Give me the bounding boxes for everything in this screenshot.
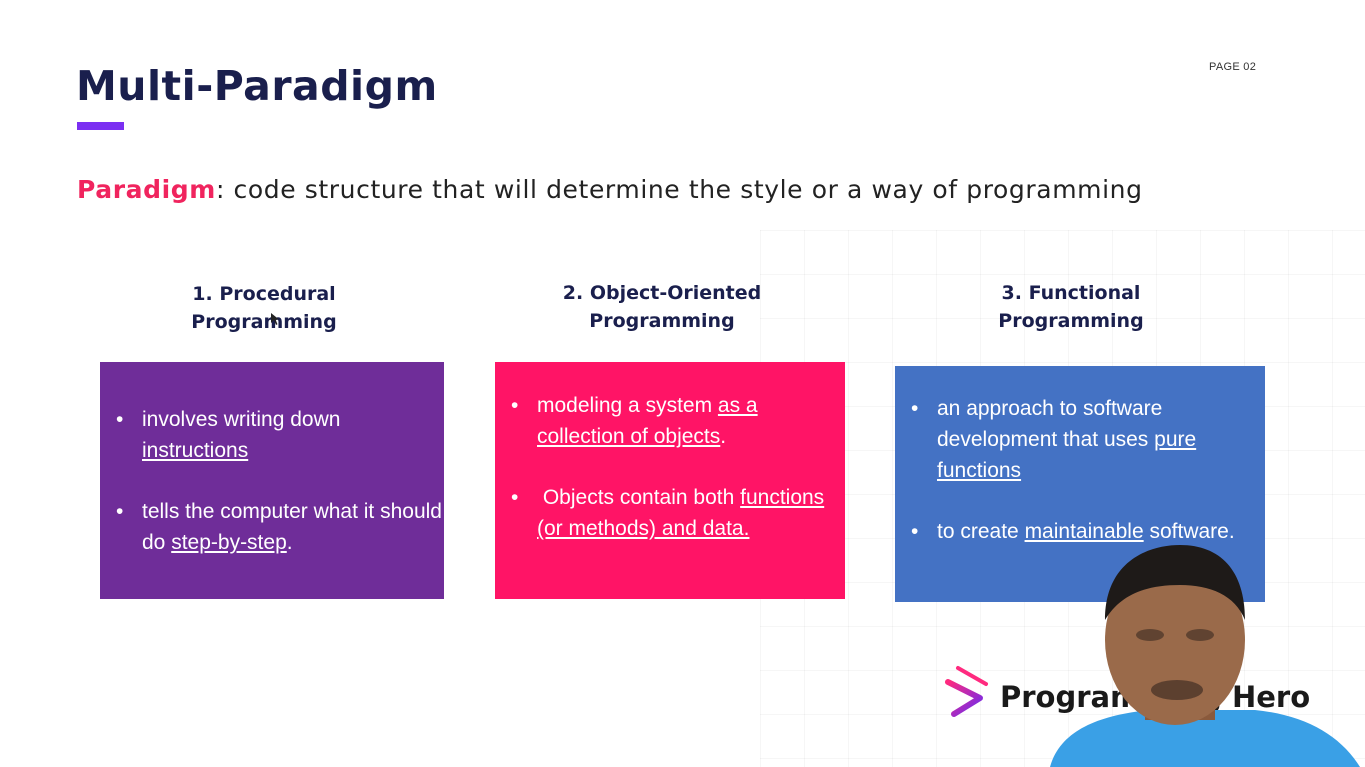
heading-line-1: 2. Object-Oriented xyxy=(562,282,762,304)
heading-line-1: 1. Procedural xyxy=(192,283,336,305)
heading-functional: 3. Functional Programming xyxy=(921,279,1221,335)
paradigm-definition: Paradigm: code structure that will deter… xyxy=(77,175,1143,204)
bullet-item: modeling a system as a collection of obj… xyxy=(511,390,845,452)
heading-line-2: Programming xyxy=(589,310,735,332)
bullet-item: Objects contain both functions (or metho… xyxy=(511,482,845,544)
bullet-link: step-by-step xyxy=(171,531,287,554)
page-number: PAGE 02 xyxy=(1209,61,1257,73)
card-procedural: involves writing down instructions tells… xyxy=(100,362,444,599)
bullet-text: involves writing down xyxy=(142,408,341,431)
bullet-link: instructions xyxy=(142,439,249,462)
slide-title: Multi-Paradigm xyxy=(76,62,438,110)
bullet-item: an approach to software development that… xyxy=(911,393,1265,486)
bullet-suffix: . xyxy=(286,531,293,554)
card-object-oriented: modeling a system as a collection of obj… xyxy=(495,362,845,599)
title-underline-accent xyxy=(77,122,124,130)
heading-line-2: Programming xyxy=(998,310,1144,332)
mouse-cursor-icon xyxy=(271,313,279,325)
definition-term: Paradigm xyxy=(77,175,216,204)
bullet-text: to create xyxy=(937,520,1025,543)
definition-text: : code structure that will determine the… xyxy=(215,175,1143,204)
bullet-text: Objects contain both xyxy=(537,486,741,509)
heading-procedural: 1. Procedural Programming xyxy=(114,280,414,336)
bullet-text: modeling a system xyxy=(537,394,718,417)
heading-line-2: Programming xyxy=(191,311,337,333)
bullet-suffix: . xyxy=(720,425,727,448)
play-logo-icon xyxy=(945,666,988,731)
bullet-text: an approach to software development that… xyxy=(937,397,1163,451)
bullet-item: involves writing down instructions xyxy=(116,404,444,466)
bullet-item: tells the computer what it should do ste… xyxy=(116,496,444,558)
presenter-webcam xyxy=(1050,545,1360,767)
heading-line-1: 3. Functional xyxy=(1001,282,1141,304)
heading-object-oriented: 2. Object-Oriented Programming xyxy=(512,279,812,335)
